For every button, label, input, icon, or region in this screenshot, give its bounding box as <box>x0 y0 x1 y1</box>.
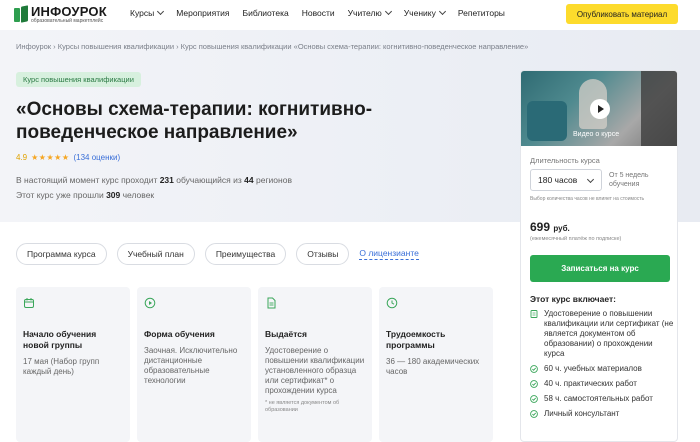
list-item: 60 ч. учебных материалов <box>530 364 675 374</box>
include-text: Личный консультант <box>544 409 620 418</box>
check-circle-icon <box>530 380 538 388</box>
nav-label: Библиотека <box>242 8 289 18</box>
enroll-panel: Видео о курсе Длительность курса 180 час… <box>520 70 678 442</box>
stat-text: обучающийся из <box>173 175 245 185</box>
check-circle-icon <box>530 395 538 403</box>
card-footnote: * не является документом об образовании <box>265 400 340 413</box>
regions-count: 44 <box>244 175 254 185</box>
site-header: ИНФОУРОК образовательный маркетплейс Кур… <box>0 0 700 28</box>
page-title: «Основы схема-терапии: когнитивно-поведе… <box>16 99 373 143</box>
calendar-icon <box>24 298 34 308</box>
chevron-down-icon <box>384 7 392 16</box>
rating-value: 4.9 <box>16 153 28 162</box>
nav-label: Ученику <box>403 8 436 18</box>
nav-item-student[interactable]: Ученику <box>403 7 446 18</box>
chevron-down-icon <box>157 7 165 16</box>
course-price: 699 руб. <box>530 220 570 234</box>
include-text: 60 ч. учебных материалов <box>544 364 642 373</box>
include-text: 40 ч. практических работ <box>544 379 637 388</box>
document-icon <box>267 297 276 309</box>
tab-advantages[interactable]: Преимущества <box>204 243 287 265</box>
completed-count: 309 <box>106 190 121 200</box>
course-tabs: Программа курса Учебный план Преимуществ… <box>16 243 419 265</box>
clock-icon <box>386 297 398 309</box>
includes-title: Этот курс включает: <box>530 294 616 304</box>
tab-program[interactable]: Программа курса <box>16 243 107 265</box>
course-rating: 4.9 ★★★★★ (134 оценки) <box>16 153 120 162</box>
logo-subtitle: образовательный маркетплейс <box>31 18 104 24</box>
card-start-date: Начало обучения новой группы 17 мая (Наб… <box>16 287 130 442</box>
breadcrumb[interactable]: Инфоурок › Курсы повышения квалификации … <box>16 42 528 51</box>
completed-students-stat: Этот курс уже прошли 309 человек <box>16 190 154 200</box>
card-text: 17 мая (Набор групп каждый день) <box>23 357 100 376</box>
include-text: Удостоверение о повышении квалификации и… <box>544 309 674 358</box>
card-title: Трудоемкость программы <box>386 329 446 350</box>
info-cards: Начало обучения новой группы 17 мая (Наб… <box>16 287 500 442</box>
price-currency: руб. <box>553 224 570 233</box>
tab-curriculum[interactable]: Учебный план <box>116 243 195 265</box>
logo[interactable]: ИНФОУРОК образовательный маркетплейс <box>14 5 107 24</box>
nav-label: Учителю <box>347 8 382 18</box>
enroll-button[interactable]: Записаться на курс <box>530 255 670 282</box>
card-issued: Выдаётся Удостоверение о повышении квали… <box>258 287 372 442</box>
card-text: 36 — 180 академических часов <box>386 357 480 376</box>
logo-name: ИНФОУРОК <box>31 4 107 19</box>
rating-stars-icon: ★★★★★ <box>31 153 70 162</box>
logo-icon <box>14 5 28 23</box>
play-icon[interactable] <box>590 99 610 119</box>
price-subtitle: (ежемесячный платёж по подписке) <box>530 236 622 242</box>
course-type-badge: Курс повышения квалификации <box>16 72 141 87</box>
video-thumbnail-shadow <box>641 71 677 146</box>
nav-label: Мероприятия <box>176 8 230 18</box>
check-circle-icon <box>530 365 538 373</box>
check-circle-icon <box>530 410 538 418</box>
nav-item-library[interactable]: Библиотека <box>243 8 289 18</box>
nav-item-courses[interactable]: Курсы <box>130 7 165 18</box>
nav-item-teacher[interactable]: Учителю <box>347 7 392 18</box>
includes-list: Удостоверение о повышении квалификации и… <box>530 309 675 424</box>
hours-selected-value: 180 часов <box>538 175 578 185</box>
nav-item-news[interactable]: Новости <box>302 8 335 18</box>
card-workload: Трудоемкость программы 36 — 180 академич… <box>379 287 493 442</box>
stat-text: Этот курс уже прошли <box>16 190 107 200</box>
licensee-link[interactable]: О лицензианте <box>359 248 419 260</box>
publish-material-button[interactable]: Опубликовать материал <box>566 4 678 24</box>
tab-reviews[interactable]: Отзывы <box>296 243 350 265</box>
rating-count-link[interactable]: (134 оценки) <box>73 153 120 162</box>
hours-select[interactable]: 180 часов <box>530 169 602 191</box>
nav-label: Курсы <box>130 8 155 18</box>
nav-label: Новости <box>301 8 335 18</box>
video-label: Видео о курсе <box>573 131 620 138</box>
list-item: Личный консультант <box>530 409 675 419</box>
stat-text: человек <box>120 190 155 200</box>
current-students-stat: В настоящий момент курс проходит 231 обу… <box>16 175 292 185</box>
card-text: Удостоверение о повышении квалификации у… <box>265 346 365 395</box>
price-value: 699 <box>530 220 551 234</box>
play-circle-icon <box>144 297 156 309</box>
chevron-down-icon <box>586 175 595 184</box>
video-thumbnail-chair <box>527 101 567 141</box>
nav-item-events[interactable]: Мероприятия <box>176 8 229 18</box>
duration-label: Длительность курса <box>530 156 600 165</box>
main-nav: Курсы Мероприятия Библиотека Новости Учи… <box>130 7 518 18</box>
price-note: Выбор количества часов не влияет на стои… <box>530 196 645 202</box>
nav-label: Репетиторы <box>457 8 505 18</box>
card-text: Заочная. Исключительно дистанционные обр… <box>144 346 238 385</box>
chevron-down-icon <box>438 7 446 16</box>
students-count: 231 <box>159 175 174 185</box>
card-title: Начало обучения новой группы <box>23 329 97 350</box>
duration-text: От 5 недель обучения <box>609 172 649 188</box>
list-item: Удостоверение о повышении квалификации и… <box>530 309 675 359</box>
nav-item-tutors[interactable]: Репетиторы <box>458 8 505 18</box>
stat-text: регионов <box>253 175 292 185</box>
list-item: 40 ч. практических работ <box>530 379 675 389</box>
stat-text: В настоящий момент курс проходит <box>16 175 160 185</box>
card-study-form: Форма обучения Заочная. Исключительно ди… <box>137 287 251 442</box>
card-title: Форма обучения <box>144 329 215 339</box>
certificate-icon <box>530 310 538 318</box>
include-text: 58 ч. самостоятельных работ <box>544 394 653 403</box>
list-item: 58 ч. самостоятельных работ <box>530 394 675 404</box>
course-video[interactable]: Видео о курсе <box>521 71 677 146</box>
card-title: Выдаётся <box>265 329 307 339</box>
